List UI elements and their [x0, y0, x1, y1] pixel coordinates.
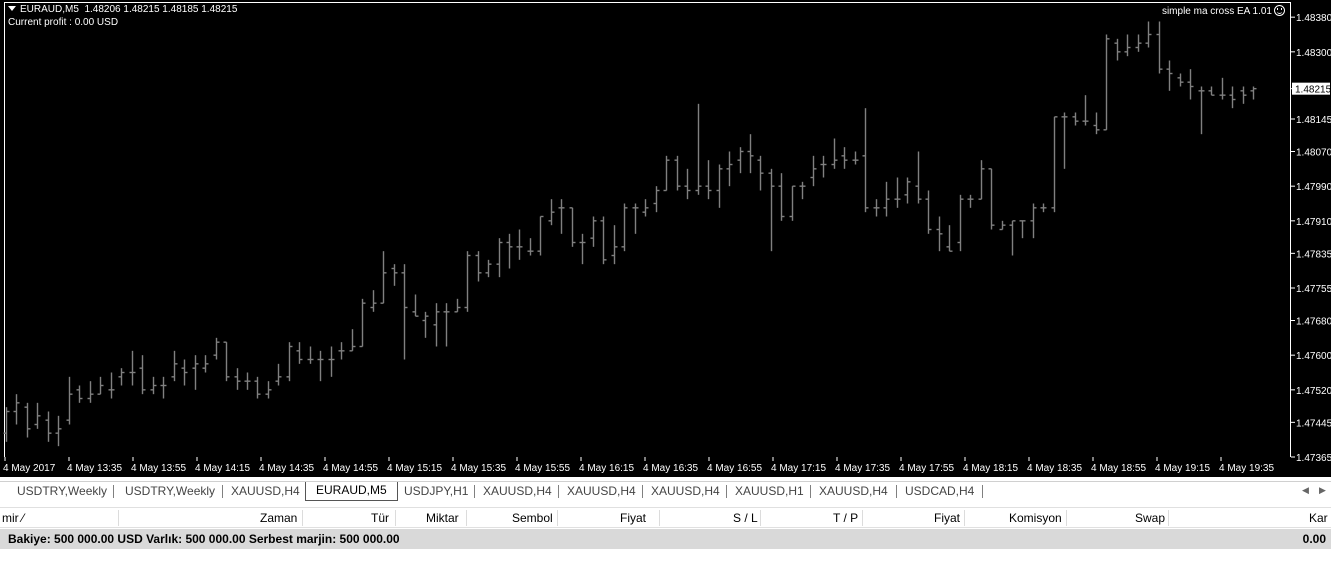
time-axis-label: 4 May 15:15 — [387, 463, 442, 474]
column-separator — [466, 510, 467, 526]
time-axis-label: 4 May 14:35 — [259, 463, 314, 474]
column-separator — [395, 510, 396, 526]
column-separator — [659, 510, 660, 526]
column-order[interactable]: mir ⁄ — [2, 508, 24, 528]
price-axis-label: 1.47990 — [1296, 182, 1331, 193]
time-axis-label: 4 May 18:55 — [1091, 463, 1146, 474]
price-axis-label: 1.47755 — [1296, 284, 1331, 295]
price-axis-label: 1.48145 — [1296, 115, 1331, 126]
time-axis-label: 4 May 14:55 — [323, 463, 378, 474]
account-balance-text: Bakiye: 500 000.00 USD Varlık: 500 000.0… — [8, 532, 400, 546]
column-swap[interactable]: Swap — [1135, 508, 1165, 528]
column-separator — [1066, 510, 1067, 526]
ea-name-text: simple ma cross EA 1.01 — [1161, 6, 1272, 17]
terminal-empty-area — [0, 549, 1331, 578]
time-axis-label: 4 May 16:35 — [643, 463, 698, 474]
price-axis-label: 1.47680 — [1296, 317, 1331, 328]
chart-tab-usdtry-weekly[interactable]: USDTRY,Weekly — [7, 483, 117, 500]
time-axis-label: 4 May 16:15 — [579, 463, 634, 474]
column-separator — [964, 510, 965, 526]
chart-tab-xauusd-h4[interactable]: XAUUSD,H4 — [221, 483, 310, 500]
chart-tab-usdjpy-h1[interactable]: USDJPY,H1 — [394, 483, 478, 500]
column-time[interactable]: Zaman — [260, 508, 297, 528]
triangle-down-icon[interactable] — [8, 6, 16, 11]
column-type[interactable]: Tür — [371, 508, 389, 528]
chart-tab-xauusd-h4[interactable]: XAUUSD,H4 — [641, 483, 730, 500]
column-size[interactable]: Miktar — [426, 508, 459, 528]
price-chart[interactable]: 1.48380 1.48300 1.48215 1.48145 1.48070 1.479… — [0, 0, 1331, 477]
total-profit-value: 0.00 — [1302, 532, 1326, 546]
smiley-face-icon — [1274, 5, 1285, 16]
price-axis-label: 1.48380 — [1296, 13, 1331, 24]
chart-tab-xauusd-h4[interactable]: XAUUSD,H4 — [557, 483, 646, 500]
tab-separator — [113, 485, 114, 498]
tab-separator — [982, 485, 983, 498]
column-separator — [302, 510, 303, 526]
terminal-header-row: mir ⁄ Zaman Tür Miktar Sembol Fiyat S / … — [0, 507, 1331, 528]
column-separator — [118, 510, 119, 526]
time-axis-label: 4 May 17:15 — [771, 463, 826, 474]
time-axis-label: 4 May 2017 — [3, 463, 56, 474]
chart-tab-euraud-m5[interactable]: EURAUD,M5 — [305, 482, 398, 501]
column-separator — [1168, 510, 1169, 526]
symbol-quote-text: EURAUD,M5 1.48206 1.48215 1.48185 1.4821… — [20, 4, 238, 15]
column-separator — [862, 510, 863, 526]
chart-tab-usdtry-weekly[interactable]: USDTRY,Weekly — [115, 483, 225, 500]
current-price-label: 1.48215 — [1295, 85, 1331, 96]
chart-tabs-bar: USDTRY,Weekly USDTRY,Weekly XAUUSD,H4 EURAU… — [0, 481, 1331, 501]
price-axis-label: 1.47835 — [1296, 249, 1331, 260]
column-price[interactable]: Fiyat — [620, 508, 646, 528]
time-axis-label: 4 May 14:15 — [195, 463, 250, 474]
time-axis-label: 4 May 18:15 — [963, 463, 1018, 474]
column-commission[interactable]: Komisyon — [1009, 508, 1062, 528]
column-symbol[interactable]: Sembol — [512, 508, 553, 528]
price-axis-label: 1.48070 — [1296, 148, 1331, 159]
scroll-right-icon[interactable]: ▶ — [1319, 485, 1326, 496]
account-summary-row[interactable]: Bakiye: 500 000.00 USD Varlık: 500 000.0… — [0, 529, 1331, 549]
time-axis-label: 4 May 15:35 — [451, 463, 506, 474]
price-axis-label: 1.47365 — [1296, 453, 1331, 464]
expert-advisor-label[interactable]: simple ma cross EA 1.01 — [1162, 5, 1285, 18]
time-axis-label: 4 May 15:55 — [515, 463, 570, 474]
time-axis-label: 4 May 19:15 — [1155, 463, 1210, 474]
column-profit[interactable]: Kar — [1309, 508, 1328, 528]
price-axis-label: 1.47910 — [1296, 217, 1331, 228]
chart-tab-usdcad-h4[interactable]: USDCAD,H4 — [895, 483, 984, 500]
scroll-left-icon[interactable]: ◀ — [1302, 485, 1309, 496]
price-axis-label: 1.47520 — [1296, 386, 1331, 397]
column-separator — [760, 510, 761, 526]
time-axis-label: 4 May 18:35 — [1027, 463, 1082, 474]
column-separator — [557, 510, 558, 526]
time-axis-label: 4 May 17:55 — [899, 463, 954, 474]
time-axis-label: 4 May 16:55 — [707, 463, 762, 474]
column-stop-loss[interactable]: S / L — [733, 508, 758, 528]
price-axis-label: 1.48300 — [1296, 48, 1331, 59]
price-axis-label: 1.47445 — [1296, 418, 1331, 429]
chart-info-line: EURAUD,M5 1.48206 1.48215 1.48185 1.4821… — [8, 4, 237, 16]
chart-svg: 1.48380 1.48300 1.48215 1.48145 1.48070 1.479… — [3, 13, 1331, 474]
chart-tab-xauusd-h4[interactable]: XAUUSD,H4 — [473, 483, 562, 500]
current-profit-text: Current profit : 0.00 USD — [8, 17, 119, 28]
time-axis-label: 4 May 17:35 — [835, 463, 890, 474]
column-take-profit[interactable]: T / P — [833, 508, 858, 528]
price-axis-label: 1.47600 — [1296, 351, 1331, 362]
chart-tab-xauusd-h4[interactable]: XAUUSD,H4 — [809, 483, 898, 500]
time-axis-label: 4 May 13:55 — [131, 463, 186, 474]
time-axis-label: 4 May 19:35 — [1219, 463, 1274, 474]
time-axis-label: 4 May 13:35 — [67, 463, 122, 474]
mt4-window: 1.48380 1.48300 1.48215 1.48145 1.48070 1.479… — [0, 0, 1331, 578]
chart-tab-xauusd-h1[interactable]: XAUUSD,H1 — [725, 483, 814, 500]
column-current-price[interactable]: Fiyat — [934, 508, 960, 528]
